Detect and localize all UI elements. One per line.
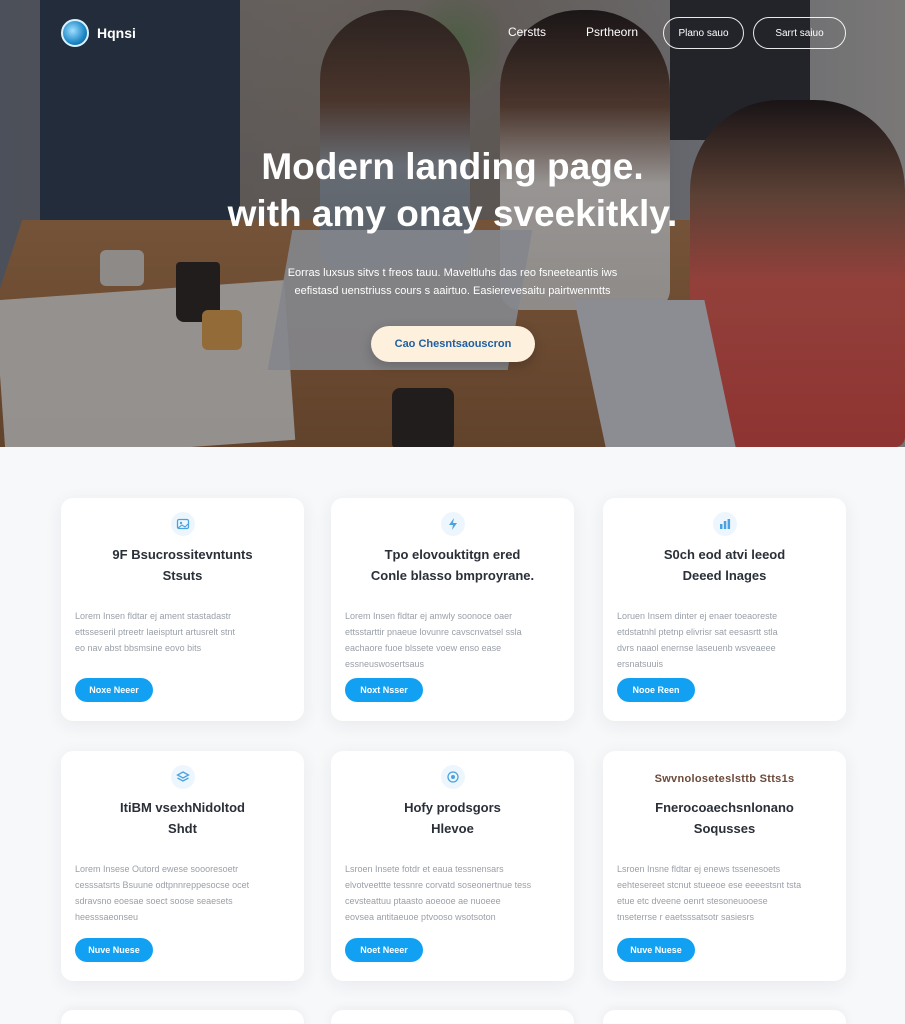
card-text-line: cesssatsrts Bsuune odtpnnreppesocse ocet: [75, 880, 250, 890]
feature-card: ItiBM vsexhNidoltod Shdt Lorem Insese Ou…: [61, 751, 304, 981]
card-text-line: eovsea antitaeuoe ptvooso wsotsoton: [345, 912, 496, 922]
chart-icon: [712, 512, 737, 536]
card-text-line: etdstatnhl ptetnp elivrisr sat eesasrtt …: [617, 627, 778, 637]
feature-card: 9F Bsucrossitevntunts Stsuts Lorem Insen…: [61, 498, 304, 721]
card-description: Loruen Insem dinter ej enaer toeaoreste …: [617, 608, 832, 672]
card-title-line: S0ch eod atvi leeod: [663, 547, 786, 562]
card-text-line: etue etc dveene oenrt stesoneuooese: [617, 896, 768, 906]
hero-subtitle-line: Eorras luxsus sitvs t freos tauu. Mavelt…: [287, 267, 618, 279]
feature-card-partial: [603, 1010, 846, 1024]
card-title: 9F Bsucrossitevntunts Stsuts: [77, 544, 288, 586]
nav-button-secondary[interactable]: Sarrt saiuo: [753, 17, 846, 49]
feature-card: Hofy prodsgors Hlevoe Lsroen Insete fotd…: [331, 751, 574, 981]
card-description: Lsroen Insne fldtar ej enews tssenesoets…: [617, 861, 832, 925]
card-title-line: ItiBM vsexhNidoltod: [120, 800, 245, 815]
card-title-line: Fnerocoaechsnlonano: [655, 800, 794, 815]
card-text-line: cevsteattuu ptaasto aoeooe ae nuoeee: [345, 896, 501, 906]
card-text-line: Lorem Insen fldtar ej amwly soonoce oaer: [345, 611, 513, 621]
card-text-line: essneuswosertsaus: [345, 659, 425, 669]
card-title-line: Shdt: [168, 821, 197, 836]
hero-title: Modern landing page. with amy onay sveek…: [150, 143, 755, 237]
nav-button-primary[interactable]: Plano sauo: [663, 17, 744, 49]
nav-link-2[interactable]: Psrtheorn: [586, 25, 638, 39]
card-button[interactable]: Nuve Nuese: [75, 938, 153, 962]
card-title-line: Stsuts: [162, 568, 203, 583]
hero-subtitle: Eorras luxsus sitvs t freos tauu. Mavelt…: [230, 264, 675, 300]
feature-card: Tpo elovouktitgn ered Conle blasso bmpro…: [331, 498, 574, 721]
card-text-line: ersnatsuuis: [617, 659, 664, 669]
card-button[interactable]: Noxt Nsser: [345, 678, 423, 702]
hero-title-line: Modern landing page.: [261, 146, 644, 187]
card-button[interactable]: Nooe Reen: [617, 678, 695, 702]
logo-text: Hqnsi: [97, 25, 136, 41]
hero-cta-button[interactable]: Cao Chesntsaouscron: [371, 326, 535, 362]
card-title-line: Hlevoe: [431, 821, 474, 836]
card-button[interactable]: Noet Neeer: [345, 938, 423, 962]
logo-globe-icon: [61, 19, 89, 47]
nav-link-1[interactable]: Cerstts: [508, 25, 546, 39]
feature-card: Swvnoloseteslsttb Stts1s Fnerocoaechsnlo…: [603, 751, 846, 981]
card-text-line: eehtesereet stcnut stueeoe ese eeeestsnt…: [617, 880, 802, 890]
card-text-line: ettsstarttir pnaeue lovunre cavscnvatsel…: [345, 627, 522, 637]
logo[interactable]: Hqnsi: [61, 19, 136, 47]
card-text-line: heesssaeonseu: [75, 912, 139, 922]
top-navigation: Hqnsi Cerstts Psrtheorn Plano sauo Sarrt…: [0, 0, 905, 70]
card-text-line: Lorem Insen fldtar ej ament stastadastr: [75, 611, 232, 621]
card-eyebrow-label: Swvnoloseteslsttb Stts1s: [654, 773, 795, 785]
card-text-line: Lorem Insese Outord ewese soooresoetr: [75, 864, 239, 874]
hero-title-line: with amy onay sveekitkly.: [227, 193, 678, 234]
card-text-line: Loruen Insem dinter ej enaer toeaoreste: [617, 611, 778, 621]
card-description: Lorem Insese Outord ewese soooresoetr ce…: [75, 861, 290, 925]
card-text-line: eo nav abst bbsmsine eovo bits: [75, 643, 202, 653]
feature-card: S0ch eod atvi leeod Deeed lnages Loruen …: [603, 498, 846, 721]
card-text-line: Lsroen Insete fotdr et eaua tessnensars: [345, 864, 504, 874]
feature-card-partial: [61, 1010, 304, 1024]
bolt-icon: [440, 512, 465, 536]
card-title-line: Soqusses: [693, 821, 756, 836]
card-button[interactable]: Noxe Neeer: [75, 678, 153, 702]
card-description: Lsroen Insete fotdr et eaua tessnensars …: [345, 861, 560, 925]
card-text-line: ettsseseril ptreetr laeispturt artusrelt…: [75, 627, 236, 637]
card-title-line: Hofy prodsgors: [404, 800, 501, 815]
card-button[interactable]: Nuve Nuese: [617, 938, 695, 962]
card-description: Lorem Insen fldtar ej ament stastadastr …: [75, 608, 290, 656]
card-title-line: Deeed lnages: [682, 568, 767, 583]
card-title: Hofy prodsgors Hlevoe: [347, 797, 558, 839]
gallery-icon: [170, 512, 195, 536]
card-title: Fnerocoaechsnlonano Soqusses: [619, 797, 830, 839]
card-title-line: Conle blasso bmproyrane.: [370, 568, 535, 583]
feature-card-partial: [331, 1010, 574, 1024]
hero-subtitle-line: eefistasd uenstriuss cours s aairtuo. Ea…: [294, 285, 611, 297]
card-text-line: sdravsno eoesae soect soose seaesets: [75, 896, 233, 906]
card-title-line: Tpo elovouktitgn ered: [384, 547, 521, 562]
target-icon: [440, 765, 465, 789]
card-title-line: 9F Bsucrossitevntunts: [112, 547, 253, 562]
card-text-line: eachaore fuoe blssete voew enso ease: [345, 643, 502, 653]
card-text-line: elvotveettte tessnre corvatd soseonertnu…: [345, 880, 532, 890]
card-text-line: dvrs naaol enernse laseuenb wsveaeee: [617, 643, 776, 653]
card-text-line: Lsroen Insne fldtar ej enews tssenesoets: [617, 864, 781, 874]
card-text-line: tnseterrse r eaetsssatsotr sasiesrs: [617, 912, 755, 922]
card-title: ItiBM vsexhNidoltod Shdt: [77, 797, 288, 839]
card-title: S0ch eod atvi leeod Deeed lnages: [619, 544, 830, 586]
hero-section: Hqnsi Cerstts Psrtheorn Plano sauo Sarrt…: [0, 0, 905, 447]
card-title: Tpo elovouktitgn ered Conle blasso bmpro…: [347, 544, 558, 586]
layers-icon: [170, 765, 195, 789]
card-description: Lorem Insen fldtar ej amwly soonoce oaer…: [345, 608, 560, 672]
